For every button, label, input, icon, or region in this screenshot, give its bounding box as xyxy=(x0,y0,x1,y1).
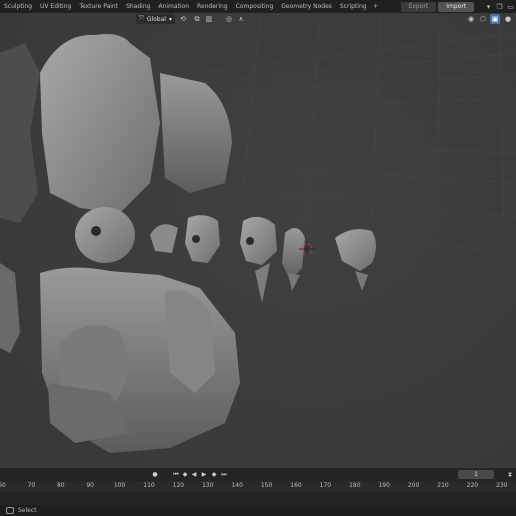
start-end-icon[interactable]: ⧗ xyxy=(506,470,514,479)
snap-target-icon[interactable]: ▥ xyxy=(204,14,214,24)
viewport-header: ⤧ Global ▾ ⟲ ⧉ ▥ ◎ ∧ ◉ ⬡ ▣ ● xyxy=(0,13,516,25)
view-layer-icon[interactable]: ❐ xyxy=(494,3,505,11)
frame-tick-label: 90 xyxy=(86,482,95,489)
status-select-label: Select xyxy=(18,507,37,514)
timeline-header: ● ⏮ ◆ ◀ ▶ ◆ ⏭ 1 ⧗ xyxy=(0,468,516,481)
frame-tick-label: 120 xyxy=(172,482,185,489)
frame-tick-label: 70 xyxy=(27,482,36,489)
frame-tick-label: 200 xyxy=(407,482,420,489)
play-icon[interactable]: ▶ xyxy=(200,470,208,479)
falloff-icon[interactable]: ∧ xyxy=(236,14,246,24)
next-keyframe-icon[interactable]: ◆ xyxy=(210,470,218,479)
status-bar: Select xyxy=(0,505,516,516)
play-reverse-icon[interactable]: ◀ xyxy=(190,470,198,479)
frame-tick-label: 130 xyxy=(202,482,214,489)
tab-texture-paint[interactable]: Texture Paint xyxy=(75,0,122,13)
frame-tick-label: 140 xyxy=(231,482,243,489)
frame-tick-label: 170 xyxy=(319,482,332,489)
frame-tick-label: 230 xyxy=(496,482,508,489)
tab-shading[interactable]: Shading xyxy=(122,0,154,13)
orientation-label: Global xyxy=(146,15,166,23)
timeline-track-area[interactable] xyxy=(0,492,516,505)
frame-tick-label: 210 xyxy=(437,482,449,489)
tab-sculpting[interactable]: Sculpting xyxy=(0,0,36,13)
proportional-edit-icon[interactable]: ◎ xyxy=(224,14,234,24)
current-frame-field[interactable]: 1 xyxy=(458,470,494,479)
tab-geometry-nodes[interactable]: Geometry Nodes xyxy=(277,0,336,13)
shading-solid-icon[interactable]: ● xyxy=(503,14,513,24)
tab-scripting[interactable]: Scripting xyxy=(336,0,371,13)
pivot-point-icon[interactable]: ⟲ xyxy=(178,14,188,24)
import-button[interactable]: Import xyxy=(438,1,475,12)
tab-uv-editing[interactable]: UV Editing xyxy=(36,0,75,13)
tab-rendering[interactable]: Rendering xyxy=(193,0,232,13)
add-workspace-button[interactable]: + xyxy=(371,0,381,13)
export-button[interactable]: Export xyxy=(400,1,437,12)
frame-tick-label: 150 xyxy=(260,482,273,489)
frame-tick-label: 160 xyxy=(290,482,302,489)
jump-end-icon[interactable]: ⏭ xyxy=(220,470,228,479)
scene-icon[interactable]: ▾ xyxy=(483,3,494,11)
viewport-grid xyxy=(0,13,516,468)
transform-orientation-dropdown[interactable]: ⤧ Global ▾ xyxy=(136,14,175,24)
3d-viewport[interactable]: ⤧ Global ▾ ⟲ ⧉ ▥ ◎ ∧ ◉ ⬡ ▣ ● xyxy=(0,13,516,468)
chevron-down-icon: ▾ xyxy=(168,15,172,23)
xray-toggle-icon[interactable]: ▣ xyxy=(490,14,500,24)
frame-tick-label: 110 xyxy=(143,482,155,489)
overlays-icon[interactable]: ⬡ xyxy=(478,14,488,24)
record-icon[interactable]: ● xyxy=(151,470,159,479)
workspace-bar: Sculpting UV Editing Texture Paint Shadi… xyxy=(0,0,516,13)
window-icon[interactable]: ▭ xyxy=(505,3,516,11)
orientation-icon: ⤧ xyxy=(139,15,144,22)
frame-tick-label: 190 xyxy=(378,482,390,489)
frame-tick-label: 80 xyxy=(56,482,65,489)
tab-compositing[interactable]: Compositing xyxy=(232,0,278,13)
prev-keyframe-icon[interactable]: ◆ xyxy=(181,470,189,479)
frame-tick-label: 100 xyxy=(113,482,126,489)
frame-tick-label: 180 xyxy=(349,482,361,489)
frame-tick-label: 60 xyxy=(0,482,6,489)
frame-tick-label: 220 xyxy=(466,482,479,489)
jump-start-icon[interactable]: ⏮ xyxy=(172,470,180,479)
tab-animation[interactable]: Animation xyxy=(154,0,193,13)
mouse-left-icon xyxy=(6,507,14,514)
snap-icon[interactable]: ⧉ xyxy=(192,14,202,24)
timeline-editor: ● ⏮ ◆ ◀ ▶ ◆ ⏭ 1 ⧗ 60 70 80 90 100 110 120 130 14… xyxy=(0,468,516,505)
visibility-icon[interactable]: ◉ xyxy=(466,14,476,24)
topbar-right-icons: ▾ ❐ ▭ xyxy=(483,0,516,13)
